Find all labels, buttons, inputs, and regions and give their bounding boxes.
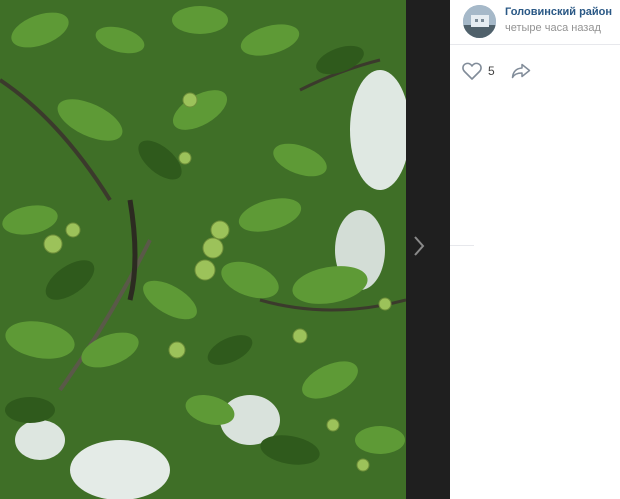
- post-actions: 5: [462, 60, 531, 82]
- chevron-right-icon: [414, 236, 425, 256]
- next-photo-button[interactable]: [408, 232, 430, 260]
- author-link[interactable]: Головинский район: [505, 6, 612, 18]
- share-button[interactable]: [511, 63, 531, 79]
- like-button[interactable]: 5: [462, 62, 495, 80]
- avatar[interactable]: [463, 5, 496, 38]
- like-count: 5: [488, 64, 495, 78]
- post-time[interactable]: четыре часа назад: [505, 22, 601, 34]
- share-arrow-icon: [511, 63, 530, 79]
- post-header: Головинский район четыре часа назад: [450, 0, 620, 45]
- divider: [450, 245, 474, 246]
- avatar-image: [463, 5, 496, 38]
- apple-tree-photo: [0, 0, 406, 499]
- post-sidebar: Головинский район четыре часа назад 5: [450, 0, 620, 499]
- heart-icon: [462, 62, 482, 80]
- post-photo[interactable]: [0, 0, 406, 499]
